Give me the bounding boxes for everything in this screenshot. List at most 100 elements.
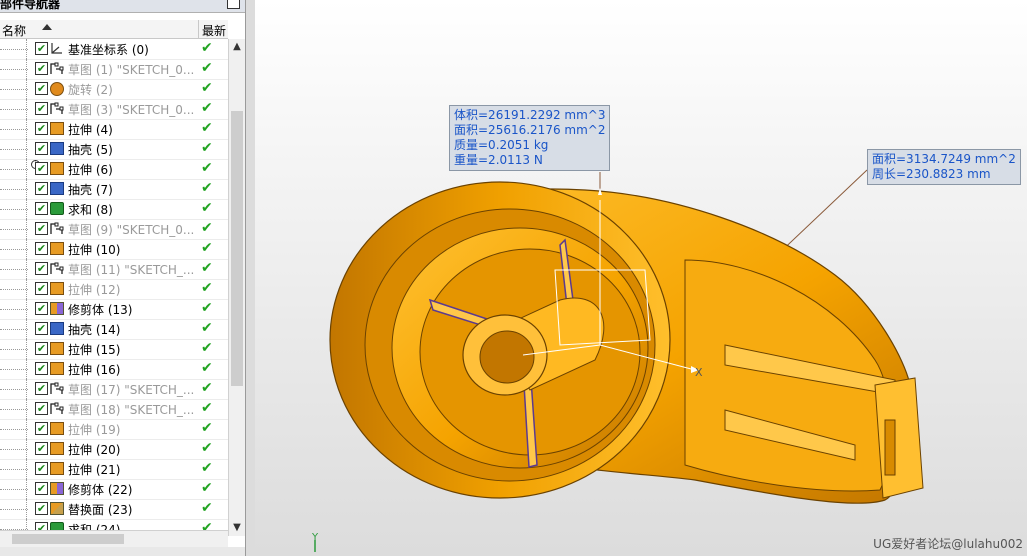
tree-connector [26, 459, 27, 479]
tree-connector [0, 269, 28, 270]
sketch-icon [50, 102, 64, 115]
up-to-date-check-icon: ✔ [201, 320, 213, 336]
visibility-checkbox[interactable]: ✔ [35, 302, 48, 315]
extrude-icon [50, 422, 64, 435]
view-triad: Y [311, 532, 319, 552]
visibility-checkbox[interactable]: ✔ [35, 462, 48, 475]
model-view[interactable]: X Y [255, 0, 1027, 556]
tree-row[interactable]: ✔ 抽壳 (14) ✔ [0, 319, 228, 340]
visibility-checkbox[interactable]: ✔ [35, 82, 48, 95]
tree-connector [0, 169, 28, 170]
tree-row[interactable]: ✔ 基准坐标系 (0) ✔ [0, 39, 228, 60]
tree-row[interactable]: ✔ 草图 (18) "SKETCH_... ✔ [0, 399, 228, 420]
tree-connector [26, 239, 27, 259]
tree-row[interactable]: i✔拉伸 (6)✔ [0, 159, 228, 180]
tree-row[interactable]: ✔ 抽壳 (5) ✔ [0, 139, 228, 160]
visibility-checkbox[interactable]: ✔ [35, 282, 48, 295]
up-to-date-check-icon: ✔ [201, 360, 213, 376]
tree-row[interactable]: ✔ 拉伸 (16) ✔ [0, 359, 228, 380]
extrude-icon [50, 282, 64, 295]
tree-row[interactable]: ✔ 拉伸 (21) ✔ [0, 459, 228, 480]
tree-connector [0, 349, 28, 350]
visibility-checkbox[interactable]: ✔ [35, 182, 48, 195]
tree-row[interactable]: ✔ 草图 (1) "SKETCH_0... ✔ [0, 59, 228, 80]
extrude-icon [50, 122, 64, 135]
visibility-checkbox[interactable]: ✔ [35, 122, 48, 135]
tree-row[interactable]: ✔ 拉伸 (10) ✔ [0, 239, 228, 260]
navigator-title-bar: 部件导航器 [0, 0, 245, 13]
visibility-checkbox[interactable]: ✔ [35, 142, 48, 155]
tree-row[interactable]: ✔ 旋转 (2) ✔ [0, 79, 228, 100]
visibility-checkbox[interactable]: ✔ [35, 382, 48, 395]
tree-row[interactable]: ✔ 草图 (11) "SKETCH_... ✔ [0, 259, 228, 280]
visibility-checkbox[interactable]: ✔ [35, 222, 48, 235]
tree-connector [26, 59, 27, 79]
unite-icon [50, 202, 64, 215]
visibility-checkbox[interactable]: ✔ [35, 422, 48, 435]
tree-row[interactable]: ✔ 拉伸 (20) ✔ [0, 439, 228, 460]
visibility-checkbox[interactable]: ✔ [35, 402, 48, 415]
column-latest-header[interactable]: 最新 [202, 22, 226, 39]
tree-connector [0, 229, 28, 230]
tree-row[interactable]: ✔ 拉伸 (4) ✔ [0, 119, 228, 140]
tree-row[interactable]: ✔ 修剪体 (13) ✔ [0, 299, 228, 320]
scroll-down-icon[interactable]: ▼ [229, 520, 245, 536]
up-to-date-check-icon: ✔ [201, 460, 213, 476]
vertical-scrollbar[interactable]: ▲ ▼ [228, 39, 245, 536]
horizontal-scrollbar-thumb[interactable] [12, 534, 124, 544]
up-to-date-check-icon: ✔ [201, 60, 213, 76]
scroll-up-icon[interactable]: ▲ [229, 39, 245, 55]
forum-credit: UG爱好者论坛@lulahu002 [873, 537, 1023, 551]
visibility-checkbox[interactable]: ✔ [35, 102, 48, 115]
column-header: 名称 最新 [0, 20, 228, 39]
up-to-date-check-icon: ✔ [201, 280, 213, 296]
tree-connector [26, 339, 27, 359]
tree-row[interactable]: ✔ 拉伸 (12) ✔ [0, 279, 228, 300]
up-to-date-check-icon: ✔ [201, 340, 213, 356]
tree-item-label: 拉伸 (12) [68, 283, 121, 297]
visibility-checkbox[interactable]: ✔ [35, 342, 48, 355]
triad-y-label: Y [311, 532, 319, 543]
visibility-checkbox[interactable]: ✔ [35, 162, 48, 175]
tree-row[interactable]: ✔ 替换面 (23) ✔ [0, 499, 228, 520]
feature-tree: ✔ 基准坐标系 (0) ✔ ✔ 草图 (1) "SKETCH_0... ✔ ✔ 旋转 (2) ✔… [0, 39, 228, 536]
tree-row[interactable]: ✔ 草图 (3) "SKETCH_0... ✔ [0, 99, 228, 120]
visibility-checkbox[interactable]: ✔ [35, 262, 48, 275]
visibility-checkbox[interactable]: ✔ [35, 202, 48, 215]
extrude-icon [50, 162, 64, 175]
column-name-header[interactable]: 名称 [2, 22, 26, 39]
mass-properties-callout[interactable]: 体积=26191.2292 mm^3 面积=25616.2176 mm^2 质量… [449, 105, 611, 171]
visibility-checkbox[interactable]: ✔ [35, 482, 48, 495]
tree-row[interactable]: ✔ 求和 (8) ✔ [0, 199, 228, 220]
tree-row[interactable]: ✔ 修剪体 (22) ✔ [0, 479, 228, 500]
graphics-window[interactable]: X Y 体积=26191.2292 mm^3 面积=25616.2176 mm^… [255, 0, 1027, 556]
tree-connector [0, 129, 28, 130]
tree-item-label: 拉伸 (10) [68, 243, 121, 257]
visibility-checkbox[interactable]: ✔ [35, 322, 48, 335]
horizontal-scrollbar[interactable] [0, 530, 228, 547]
tree-row[interactable]: ✔ 拉伸 (19) ✔ [0, 419, 228, 440]
close-icon[interactable] [227, 0, 240, 9]
visibility-checkbox[interactable]: ✔ [35, 442, 48, 455]
scrollbar-thumb[interactable] [231, 111, 243, 386]
tree-row[interactable]: ✔ 拉伸 (15) ✔ [0, 339, 228, 360]
tree-connector [26, 399, 27, 419]
sketch-icon [50, 262, 64, 275]
up-to-date-check-icon: ✔ [201, 220, 213, 236]
tree-row[interactable]: ✔ 草图 (17) "SKETCH_... ✔ [0, 379, 228, 400]
tree-item-label: 修剪体 (13) [68, 303, 133, 317]
tree-row[interactable]: ✔ 抽壳 (7) ✔ [0, 179, 228, 200]
face-properties-callout[interactable]: 面积=3134.7249 mm^2 周长=230.8823 mm [867, 149, 1021, 185]
visibility-checkbox[interactable]: ✔ [35, 42, 48, 55]
visibility-checkbox[interactable]: ✔ [35, 362, 48, 375]
visibility-checkbox[interactable]: ✔ [35, 502, 48, 515]
tree-item-label: 草图 (9) "SKETCH_0... [68, 223, 195, 237]
up-to-date-check-icon: ✔ [201, 500, 213, 516]
visibility-checkbox[interactable]: ✔ [35, 62, 48, 75]
tree-row[interactable]: ✔ 草图 (9) "SKETCH_0... ✔ [0, 219, 228, 240]
column-separator[interactable] [198, 20, 199, 38]
visibility-checkbox[interactable]: ✔ [35, 242, 48, 255]
navigator-footer [0, 547, 245, 556]
face-perimeter-value: 周长=230.8823 mm [872, 167, 991, 181]
sort-ascending-icon[interactable] [42, 24, 52, 30]
